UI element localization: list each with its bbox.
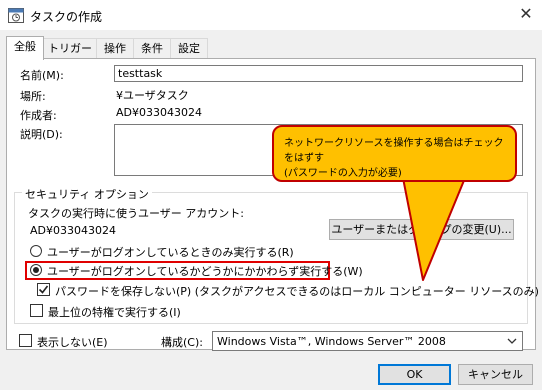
tab-conditions[interactable]: 条件 xyxy=(133,38,171,59)
do-not-store-password-checkbox[interactable] xyxy=(37,283,50,296)
configure-value: Windows Vista™, Windows Server™ 2008 xyxy=(217,335,446,348)
hidden-checkbox[interactable] xyxy=(19,334,32,347)
author-value: AD¥033043024 xyxy=(116,106,202,119)
radio-run-whether-logged-on-label[interactable]: ユーザーがログオンしているかどうかにかかわらず実行する(W) xyxy=(47,263,363,279)
tab-general[interactable]: 全般 xyxy=(6,36,44,60)
security-group-title: セキュリティ オプション xyxy=(22,186,152,202)
close-icon: ✕ xyxy=(519,4,533,23)
name-field[interactable]: testtask xyxy=(114,65,523,82)
callout-text-line-2: (パスワードの入力が必要) xyxy=(284,168,402,179)
window-title: タスクの作成 xyxy=(30,10,103,24)
configure-select[interactable]: Windows Vista™, Windows Server™ 2008 xyxy=(212,331,523,351)
ok-button[interactable]: OK xyxy=(378,364,451,385)
name-label: 名前(M): xyxy=(20,69,64,82)
location-value: ¥ユーザタスク xyxy=(116,89,189,102)
cancel-button[interactable]: キャンセル xyxy=(458,364,533,385)
radio-logged-on-only[interactable] xyxy=(30,245,42,257)
tab-actions[interactable]: 操作 xyxy=(96,38,134,59)
tab-settings[interactable]: 設定 xyxy=(170,38,208,59)
description-label: 説明(D): xyxy=(20,128,63,141)
highest-privileges-label[interactable]: 最上位の特権で実行する(I) xyxy=(48,304,181,320)
chevron-down-icon xyxy=(507,338,517,344)
location-label: 場所: xyxy=(20,90,46,103)
account-value: AD¥033043024 xyxy=(30,224,116,237)
hidden-label[interactable]: 表示しない(E) xyxy=(37,334,108,350)
callout-text-line-1: ネットワークリソースを操作する場合はチェックをはずす xyxy=(284,138,504,164)
tab-triggers[interactable]: トリガー xyxy=(43,38,97,59)
name-value: testtask xyxy=(118,67,163,80)
task-scheduler-icon xyxy=(8,8,24,23)
callout-pointer xyxy=(402,177,466,281)
radio-logged-on-only-label[interactable]: ユーザーがログオンしているときのみ実行する(R) xyxy=(47,244,294,260)
account-prompt: タスクの実行時に使うユーザー アカウント: xyxy=(28,207,244,220)
checkmark-icon xyxy=(38,285,49,294)
callout-annotation: ネットワークリソースを操作する場合はチェックをはずす (パスワードの入力が必要) xyxy=(272,125,517,182)
configure-label: 構成(C): xyxy=(161,336,203,349)
do-not-store-password-label[interactable]: パスワードを保存しない(P) (タスクがアクセスできるのはローカル コンピュータ… xyxy=(55,283,539,299)
title-bar: タスクの作成 ✕ xyxy=(0,0,542,30)
author-label: 作成者: xyxy=(20,109,57,122)
highest-privileges-checkbox[interactable] xyxy=(30,304,43,317)
radio-run-whether-logged-on[interactable] xyxy=(30,264,42,276)
close-button[interactable]: ✕ xyxy=(516,4,536,24)
